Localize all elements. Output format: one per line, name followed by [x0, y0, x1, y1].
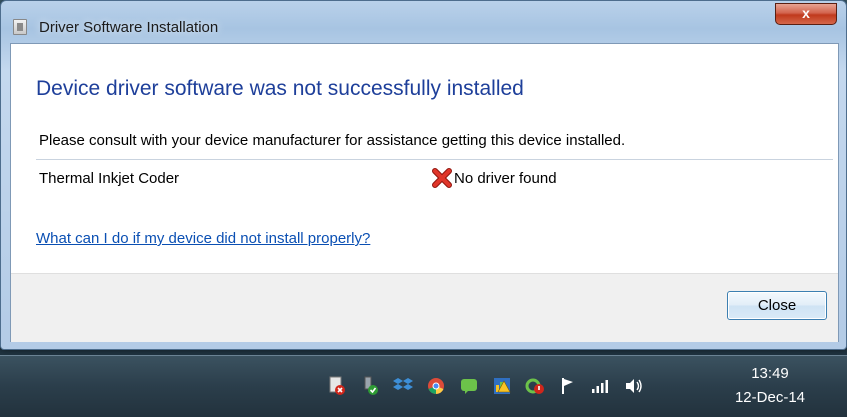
device-status: No driver found — [432, 168, 557, 188]
chrome-icon[interactable] — [425, 375, 447, 397]
close-button[interactable]: Close — [727, 291, 827, 320]
dropbox-icon[interactable] — [392, 375, 414, 397]
device-name: Thermal Inkjet Coder — [39, 170, 180, 187]
device-status-text: No driver found — [454, 169, 557, 187]
close-icon: x — [802, 5, 810, 21]
red-x-icon — [432, 168, 452, 188]
help-link[interactable]: What can I do if my device did not insta… — [36, 230, 370, 247]
window-title: Driver Software Installation — [39, 19, 219, 36]
dialog-heading: Device driver software was not successfu… — [36, 77, 524, 100]
action-center-flag-icon[interactable] — [557, 375, 579, 397]
system-tray — [326, 371, 656, 401]
divider — [36, 159, 833, 160]
green-chat-icon[interactable] — [458, 375, 480, 397]
sync-error-icon[interactable] — [524, 375, 546, 397]
volume-icon[interactable] — [623, 375, 645, 397]
driver-install-window: Driver Software Installation x Device dr… — [0, 0, 847, 350]
taskbar: 13:49 12-Dec-14 — [0, 355, 847, 417]
dialog-description: Please consult with your device manufact… — [39, 132, 626, 149]
network-signal-icon[interactable] — [590, 375, 612, 397]
usb-device-check-icon[interactable] — [359, 375, 381, 397]
dialog-footer: Close — [11, 273, 838, 342]
title-bar[interactable]: Driver Software Installation x — [1, 1, 846, 43]
document-error-icon[interactable] — [326, 375, 348, 397]
clock-date: 12-Dec-14 — [734, 389, 806, 406]
warning-bars-icon[interactable] — [491, 375, 513, 397]
device-installer-icon — [13, 19, 27, 35]
window-close-button[interactable]: x — [775, 3, 837, 25]
clock-time: 13:49 — [751, 365, 789, 382]
dialog-content: Device driver software was not successfu… — [10, 43, 839, 342]
taskbar-clock[interactable]: 13:49 12-Dec-14 — [720, 362, 820, 410]
